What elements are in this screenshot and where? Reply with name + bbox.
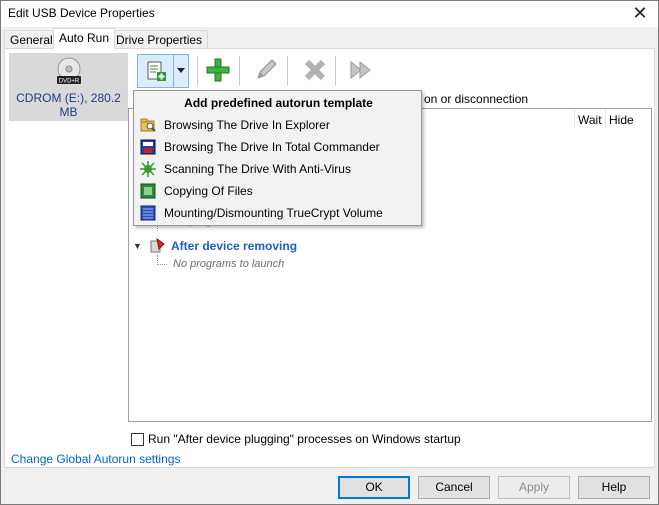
copy-files-icon bbox=[140, 183, 156, 199]
window-title: Edit USB Device Properties bbox=[8, 6, 155, 20]
cancel-button[interactable]: Cancel bbox=[418, 476, 490, 499]
startup-checkbox-label: Run "After device plugging" processes on… bbox=[148, 432, 461, 446]
add-program-button[interactable] bbox=[202, 54, 234, 86]
device-label: CDROM (E:), 280.2 MB bbox=[16, 91, 121, 119]
menu-item-label: Scanning The Drive With Anti-Virus bbox=[164, 162, 351, 176]
toolbar-separator bbox=[335, 56, 336, 86]
add-template-split-button[interactable] bbox=[137, 54, 189, 88]
menu-item-truecrypt[interactable]: Mounting/Dismounting TrueCrypt Volume bbox=[136, 202, 419, 224]
chevron-down-icon[interactable] bbox=[177, 68, 185, 73]
startup-option[interactable]: Run "After device plugging" processes on… bbox=[131, 432, 461, 446]
dvd-drive-icon: DVD+R bbox=[57, 57, 81, 85]
menu-item-total-commander[interactable]: Browsing The Drive In Total Commander bbox=[136, 136, 419, 158]
menu-item-label: Browsing The Drive In Total Commander bbox=[164, 140, 380, 154]
toolbar-separator bbox=[239, 56, 240, 86]
edit-icon bbox=[257, 59, 277, 79]
close-icon[interactable]: ✕ bbox=[630, 3, 650, 23]
split-separator bbox=[173, 55, 174, 87]
run-icon bbox=[350, 60, 371, 80]
delete-program-button[interactable] bbox=[299, 54, 331, 86]
menu-title: Add predefined autorun template bbox=[184, 96, 373, 110]
delete-icon bbox=[304, 59, 326, 81]
tree-node-label: After device removing bbox=[171, 239, 298, 253]
device-list-item[interactable]: DVD+R CDROM (E:), 280.2 MB bbox=[9, 53, 128, 121]
antivirus-icon bbox=[140, 161, 156, 177]
tab-general[interactable]: General bbox=[4, 30, 59, 48]
truecrypt-icon bbox=[140, 205, 156, 221]
device-removal-icon bbox=[150, 238, 165, 253]
events-hint-text: on or disconnection bbox=[424, 92, 529, 106]
tab-auto-run[interactable]: Auto Run bbox=[53, 28, 116, 49]
tree-node-after-removing[interactable]: ▼ After device removing bbox=[133, 236, 297, 256]
column-header-wait[interactable]: Wait bbox=[574, 110, 604, 128]
tab-drive-properties[interactable]: Drive Properties bbox=[110, 30, 209, 48]
menu-item-antivirus[interactable]: Scanning The Drive With Anti-Virus bbox=[136, 158, 419, 180]
run-program-button[interactable] bbox=[345, 54, 377, 86]
ok-button[interactable]: OK bbox=[338, 476, 410, 499]
tree-line bbox=[157, 264, 167, 265]
add-template-icon bbox=[147, 61, 166, 81]
toolbar-separator bbox=[287, 56, 288, 86]
add-icon bbox=[206, 58, 230, 82]
menu-item-label: Browsing The Drive In Explorer bbox=[164, 118, 330, 132]
template-dropdown-menu: Add predefined autorun template Browsing… bbox=[133, 90, 422, 226]
properties-window: Edit USB Device Properties ✕ General Aut… bbox=[0, 0, 659, 505]
help-button[interactable]: Help bbox=[578, 476, 650, 499]
menu-item-copy-files[interactable]: Copying Of Files bbox=[136, 180, 419, 202]
menu-item-explorer[interactable]: Browsing The Drive In Explorer bbox=[136, 114, 419, 136]
apply-button[interactable]: Apply bbox=[498, 476, 570, 499]
global-autorun-link[interactable]: Change Global Autorun settings bbox=[11, 452, 180, 466]
menu-item-label: Copying Of Files bbox=[164, 184, 253, 198]
total-commander-icon bbox=[140, 139, 156, 155]
no-programs-text: No programs to launch bbox=[173, 258, 285, 270]
menu-item-label: Mounting/Dismounting TrueCrypt Volume bbox=[164, 206, 383, 220]
column-header-hide[interactable]: Hide bbox=[605, 110, 635, 128]
svg-text:DVD+R: DVD+R bbox=[59, 79, 80, 85]
chevron-down-icon[interactable]: ▼ bbox=[133, 241, 145, 251]
toolbar-separator bbox=[197, 56, 198, 86]
title-bar: Edit USB Device Properties ✕ bbox=[1, 1, 658, 27]
startup-checkbox[interactable] bbox=[131, 432, 144, 446]
explorer-icon bbox=[140, 118, 156, 132]
edit-program-button[interactable] bbox=[250, 54, 282, 86]
